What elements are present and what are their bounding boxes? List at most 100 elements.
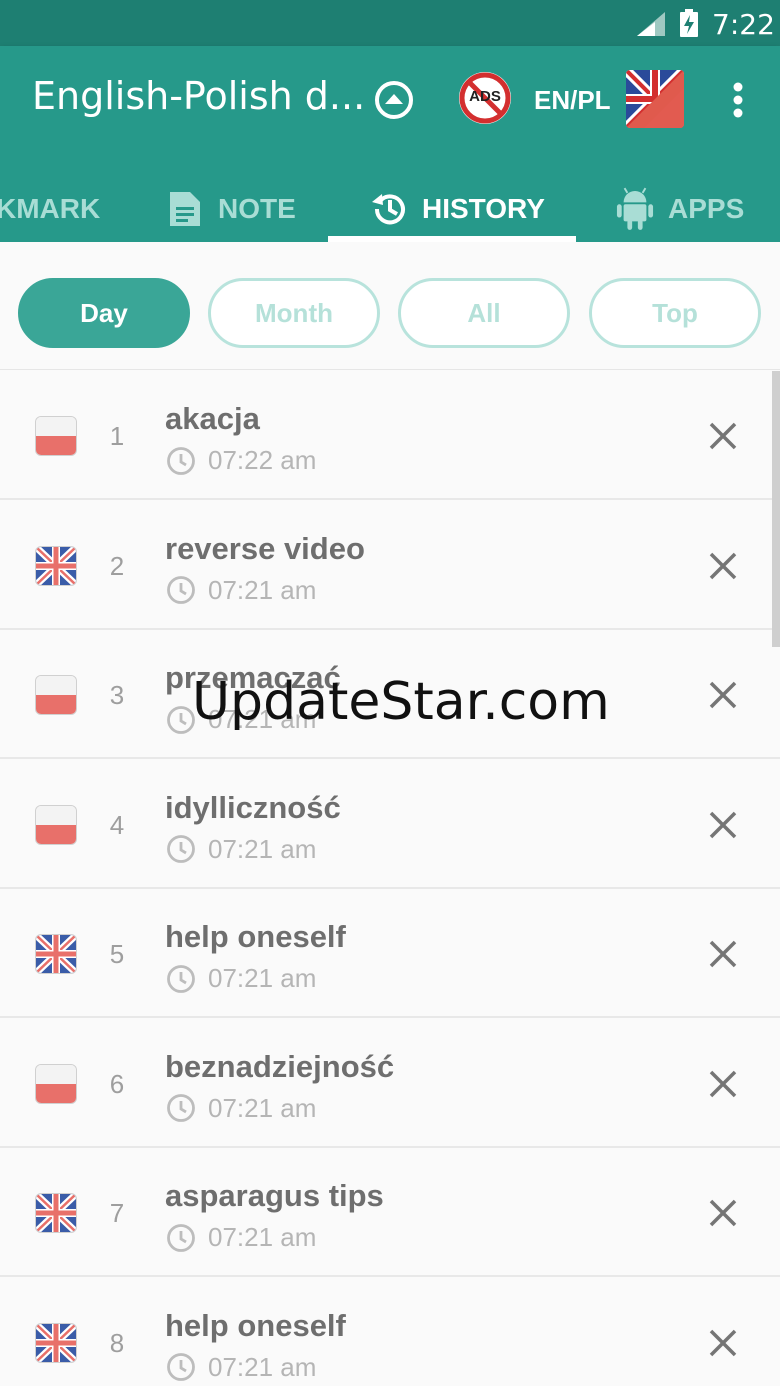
tab-history[interactable]: HISTORY — [370, 176, 545, 242]
history-row[interactable]: 4 idylliczność 07:21 am — [0, 760, 780, 889]
history-time: 07:21 am — [208, 833, 317, 864]
scroll-up-button[interactable] — [372, 78, 416, 122]
delete-history-button[interactable] — [702, 1322, 744, 1364]
history-time-wrap: 07:21 am — [166, 834, 316, 865]
history-index: 6 — [109, 1068, 125, 1099]
language-pair-label[interactable]: EN/PL — [534, 85, 611, 116]
note-icon — [166, 190, 204, 228]
history-row[interactable]: 5 help oneself 07:21 am — [0, 889, 780, 1018]
polish-flag-icon — [36, 1064, 76, 1103]
remove-ads-button[interactable]: ADS — [457, 70, 513, 126]
history-index: 1 — [109, 421, 125, 451]
chevron-up-circle-icon — [375, 81, 413, 119]
more-vert-icon — [733, 82, 743, 118]
polish-flag-icon — [36, 805, 76, 844]
clock-icon — [167, 964, 195, 993]
history-filter-bar: Day Month All Top — [0, 242, 780, 370]
filter-month-button[interactable]: Month — [208, 278, 380, 348]
close-icon — [709, 681, 737, 709]
tab-label: HISTORY — [422, 193, 545, 224]
filter-all-button[interactable]: All — [398, 278, 570, 348]
polish-flag-icon — [36, 417, 76, 455]
history-time: 07:21 am — [208, 963, 317, 993]
close-icon — [709, 1070, 737, 1097]
uk-flag-icon — [36, 1323, 76, 1362]
history-icon — [370, 190, 408, 228]
history-row[interactable]: 2 reverse video 07:21 am — [0, 501, 780, 630]
history-row[interactable]: 1 akacja 07:22 am — [0, 371, 780, 500]
delete-history-button[interactable] — [702, 804, 744, 846]
history-index: 3 — [109, 680, 125, 710]
clock-icon — [167, 835, 195, 863]
tab-label: KMARK — [0, 193, 101, 224]
tab-label: NOTE — [218, 193, 296, 224]
scrollbar[interactable] — [772, 371, 780, 647]
delete-history-button[interactable] — [702, 545, 744, 587]
history-index: 7 — [109, 1198, 125, 1228]
history-word: help oneself — [165, 919, 346, 954]
clock-icon — [167, 1353, 195, 1381]
history-word: asparagus tips — [165, 1178, 384, 1213]
history-index: 4 — [109, 809, 125, 840]
close-icon — [709, 940, 737, 968]
app-title: English-Polish d... — [32, 74, 366, 118]
delete-history-button[interactable] — [702, 933, 744, 975]
history-time-wrap: 07:21 am — [166, 575, 316, 606]
close-icon — [709, 422, 737, 450]
clock-icon — [167, 1094, 195, 1122]
tab-label: APPS — [668, 193, 745, 224]
history-time: 07:21 am — [208, 1351, 317, 1382]
close-icon — [709, 552, 737, 579]
close-icon — [709, 811, 737, 838]
app-bar: English-Polish d... ADS EN/PL KMARK NOTE… — [0, 46, 780, 242]
clock-icon — [167, 576, 195, 604]
history-row[interactable]: 8 help oneself 07:21 am — [0, 1278, 780, 1386]
close-icon — [709, 1329, 737, 1356]
battery-charging-icon — [680, 9, 698, 37]
history-time-wrap: 07:21 am — [166, 1093, 316, 1124]
delete-history-button[interactable] — [702, 1063, 744, 1105]
history-time-wrap: 07:21 am — [166, 963, 316, 994]
history-time: 07:21 am — [208, 574, 317, 605]
history-row[interactable]: 7 asparagus tips 07:21 am — [0, 1148, 780, 1277]
history-word: akacja — [165, 401, 260, 436]
history-word: help oneself — [165, 1307, 346, 1343]
uk-flag-icon — [36, 935, 76, 973]
status-time: 7:22 — [712, 8, 775, 41]
history-time-wrap: 07:21 am — [166, 1222, 316, 1253]
history-time-wrap: 07:21 am — [166, 1352, 316, 1383]
uk-flag-icon — [36, 546, 76, 585]
more-options-button[interactable] — [722, 76, 754, 124]
tab-bookmark[interactable]: KMARK — [0, 176, 100, 242]
history-time-wrap: 07:22 am — [166, 445, 316, 476]
history-time: 07:21 am — [208, 1222, 317, 1252]
history-word: beznadziejność — [165, 1048, 395, 1084]
delete-history-button[interactable] — [702, 1192, 744, 1234]
uk-pl-flag-icon — [626, 70, 684, 128]
language-switch-button[interactable] — [626, 70, 684, 128]
delete-history-button[interactable] — [702, 415, 744, 457]
clock-icon — [167, 446, 195, 475]
delete-history-button[interactable] — [702, 674, 744, 716]
uk-flag-icon — [36, 1194, 76, 1232]
filter-top-button[interactable]: Top — [589, 278, 761, 348]
history-index: 5 — [109, 939, 125, 969]
polish-flag-icon — [36, 676, 76, 714]
history-time: 07:21 am — [208, 1092, 317, 1123]
watermark: UpdateStar.com — [192, 672, 610, 732]
clock-icon — [167, 1223, 195, 1252]
android-icon — [616, 187, 654, 230]
no-ads-label: ADS — [469, 88, 501, 105]
tab-note[interactable]: NOTE — [166, 176, 296, 242]
signal-icon — [637, 12, 665, 36]
history-word: idylliczność — [165, 789, 341, 825]
history-list: 1 akacja 07:22 am 2 reverse video 07:21 am 3… — [0, 371, 780, 1386]
filter-day-button[interactable]: Day — [18, 278, 190, 348]
history-index: 8 — [109, 1327, 125, 1358]
close-icon — [709, 1199, 737, 1227]
history-row[interactable]: 6 beznadziejność 07:21 am — [0, 1019, 780, 1148]
history-index: 2 — [109, 550, 125, 581]
status-bar: 7:22 — [0, 0, 780, 46]
history-time: 07:22 am — [208, 445, 317, 475]
tab-apps[interactable]: APPS — [616, 176, 744, 242]
